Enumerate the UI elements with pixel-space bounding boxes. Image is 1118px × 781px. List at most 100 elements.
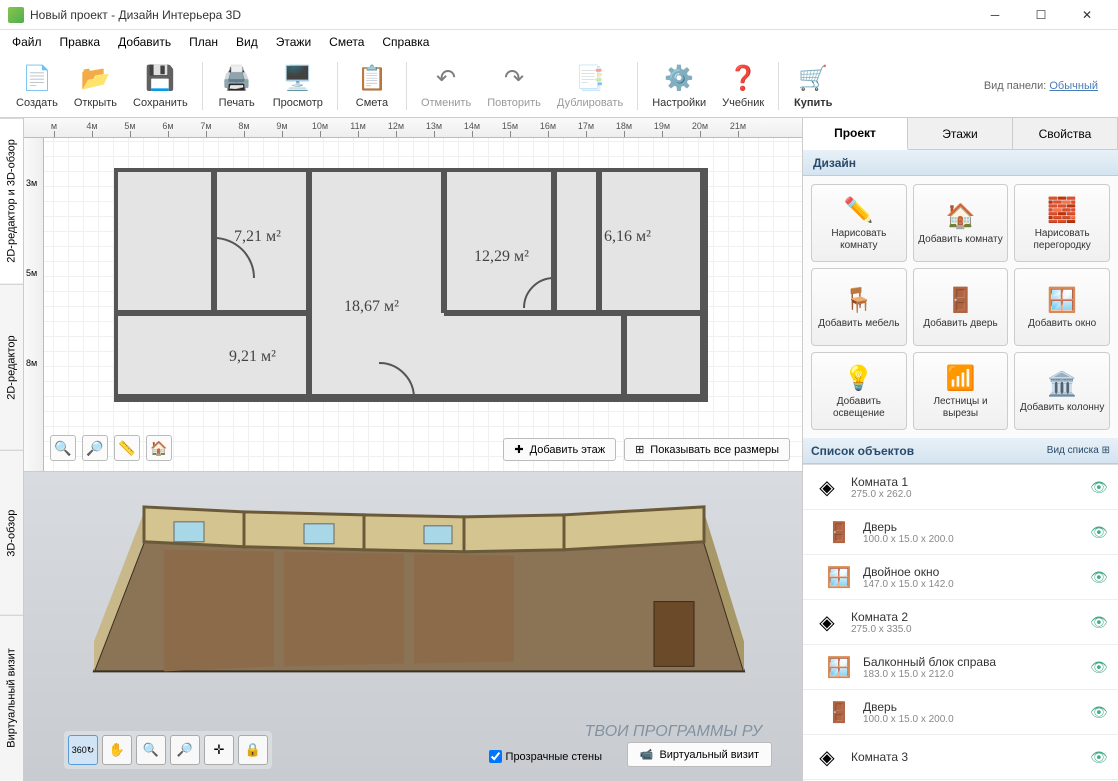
side-tab-2[interactable]: 3D-обзор [0,450,23,616]
home-button[interactable]: 🏠 [146,435,172,461]
object-dims: 275.0 x 335.0 [851,624,1082,635]
objects-section-header: Список объектов Вид списка ⊞ [803,438,1118,464]
menu-0[interactable]: Файл [4,32,50,52]
print-button[interactable]: 🖨️Печать [209,59,265,113]
menu-5[interactable]: Этажи [268,32,319,52]
help-button[interactable]: ❓Учебник [714,59,772,113]
object-item-4[interactable]: 🪟Балконный блок справа183.0 x 15.0 x 212… [803,645,1118,690]
side-tab-1[interactable]: 2D-редактор [0,284,23,450]
object-icon: 🚪 [823,516,855,548]
design-tool-8[interactable]: 🏛️Добавить колонну [1014,352,1110,430]
maximize-button[interactable]: ☐ [1018,0,1064,30]
open-button[interactable]: 📂Открыть [66,59,125,113]
tool-icon: 🧱 [1047,194,1077,226]
crosshair-button[interactable]: ✛ [204,735,234,765]
undo-button[interactable]: ↶Отменить [413,59,479,113]
zoom-in-3d-button[interactable]: 🔎 [170,735,200,765]
menu-6[interactable]: Смета [321,32,372,52]
tool-icon: 🏛️ [1047,368,1077,400]
visibility-icon[interactable]: 👁 [1090,524,1110,541]
view-3d[interactable]: 360↻ ✋ 🔍 🔎 ✛ 🔒 Прозрачные стены 📹 Виртуа… [24,471,802,781]
visibility-icon[interactable]: 👁 [1090,704,1110,721]
virtual-visit-button[interactable]: 📹 Виртуальный визит [627,742,772,767]
design-tool-4[interactable]: 🚪Добавить дверь [913,268,1009,346]
pan-button[interactable]: ✋ [102,735,132,765]
menu-3[interactable]: План [181,32,226,52]
preview-button[interactable]: 🖥️Просмотр [265,59,331,113]
lock-button[interactable]: 🔒 [238,735,268,765]
design-tool-6[interactable]: 💡Добавить освещение [811,352,907,430]
side-tab-0[interactable]: 2D-редактор и 3D-обзор [0,118,23,284]
settings-button[interactable]: ⚙️Настройки [644,59,714,113]
right-tab-2[interactable]: Свойства [1013,118,1118,149]
rotate-360-button[interactable]: 360↻ [68,735,98,765]
zoom-in-button[interactable]: 🔎 [82,435,108,461]
redo-button[interactable]: ↷Повторить [479,59,549,113]
design-tool-7[interactable]: 📶Лестницы и вырезы [913,352,1009,430]
visibility-icon[interactable]: 👁 [1090,749,1110,766]
object-item-2[interactable]: 🪟Двойное окно147.0 x 15.0 x 142.0👁 [803,555,1118,600]
duplicate-button[interactable]: 📑Дублировать [549,59,631,113]
add-floor-button[interactable]: ✚ Добавить этаж [503,438,616,461]
object-item-6[interactable]: ◈Комната 3👁 [803,735,1118,780]
right-tab-1[interactable]: Этажи [908,118,1013,149]
menu-2[interactable]: Добавить [110,32,179,52]
visibility-icon[interactable]: 👁 [1090,569,1110,586]
object-icon: 🪟 [823,561,855,593]
design-tool-3[interactable]: 🪑Добавить мебель [811,268,907,346]
object-item-3[interactable]: ◈ Комната 2275.0 x 335.0 👁 [803,600,1118,645]
object-item-5[interactable]: 🚪Дверь100.0 x 15.0 x 200.0👁 [803,690,1118,735]
object-icon: ◈ [811,606,843,638]
close-button[interactable]: ✕ [1064,0,1110,30]
design-tools-grid: ✏️Нарисовать комнату🏠Добавить комнату🧱На… [803,176,1118,438]
object-dims: 275.0 x 262.0 [851,489,1082,500]
menu-4[interactable]: Вид [228,32,266,52]
design-tool-0[interactable]: ✏️Нарисовать комнату [811,184,907,262]
panel-mode-link[interactable]: Обычный [1049,80,1098,92]
tool-icon: ✏️ [844,194,874,226]
room-area-label: 18,67 м² [344,298,399,316]
design-tool-2[interactable]: 🧱Нарисовать перегородку [1014,184,1110,262]
room-area-label: 12,29 м² [474,248,529,266]
visibility-icon[interactable]: 👁 [1090,479,1110,496]
tool-label: Лестницы и вырезы [918,396,1004,420]
design-tool-5[interactable]: 🪟Добавить окно [1014,268,1110,346]
right-tab-0[interactable]: Проект [803,118,908,150]
floor-plan[interactable]: 7,21 м²18,67 м²12,29 м²6,16 м²9,21 м² [114,168,714,421]
controls-3d: 360↻ ✋ 🔍 🔎 ✛ 🔒 [64,731,272,769]
tool-icon: 🏠 [946,200,976,232]
visibility-icon[interactable]: 👁 [1090,659,1110,676]
side-tab-3[interactable]: Виртуальный визит [0,615,23,781]
plan-zoom-controls: 🔍 🔎 📏 🏠 [50,435,172,461]
design-tool-1[interactable]: 🏠Добавить комнату [913,184,1009,262]
object-item-1[interactable]: 🚪Дверь100.0 x 15.0 x 200.0👁 [803,510,1118,555]
visibility-icon[interactable]: 👁 [1090,614,1110,631]
tool-icon: 💡 [844,362,874,394]
object-dims: 147.0 x 15.0 x 142.0 [863,579,1082,590]
right-tabs: ПроектЭтажиСвойства [803,118,1118,150]
create-button[interactable]: 📄Создать [8,59,66,113]
panel-mode-label: Вид панели: Обычный [984,80,1110,92]
object-name: Комната 2 [851,610,1082,624]
save-button[interactable]: 💾Сохранить [125,59,196,113]
tool-label: Добавить мебель [818,318,899,330]
tool-icon: 📶 [946,362,976,394]
toolbar: 📄Создать 📂Открыть 💾Сохранить 🖨️Печать 🖥️… [0,54,1118,118]
measure-button[interactable]: 📏 [114,435,140,461]
object-dims: 100.0 x 15.0 x 200.0 [863,534,1082,545]
tool-icon: 🚪 [946,284,976,316]
zoom-out-3d-button[interactable]: 🔍 [136,735,166,765]
transparent-walls-checkbox[interactable]: Прозрачные стены [489,750,602,763]
object-item-0[interactable]: ◈Комната 1275.0 x 262.0👁 [803,465,1118,510]
zoom-out-button[interactable]: 🔍 [50,435,76,461]
plan-2d-view[interactable]: 3м5м8м [24,138,802,471]
estimate-button[interactable]: 📋Смета [344,59,400,113]
objects-list[interactable]: ◈Комната 1275.0 x 262.0👁🚪Дверь100.0 x 15… [803,464,1118,781]
show-sizes-button[interactable]: ⊞ Показывать все размеры [624,438,790,461]
buy-button[interactable]: 🛒Купить [785,59,841,113]
minimize-button[interactable]: ─ [972,0,1018,30]
object-icon: 🪟 [823,651,855,683]
tool-label: Нарисовать перегородку [1019,228,1105,252]
menu-7[interactable]: Справка [374,32,437,52]
menu-1[interactable]: Правка [52,32,109,52]
